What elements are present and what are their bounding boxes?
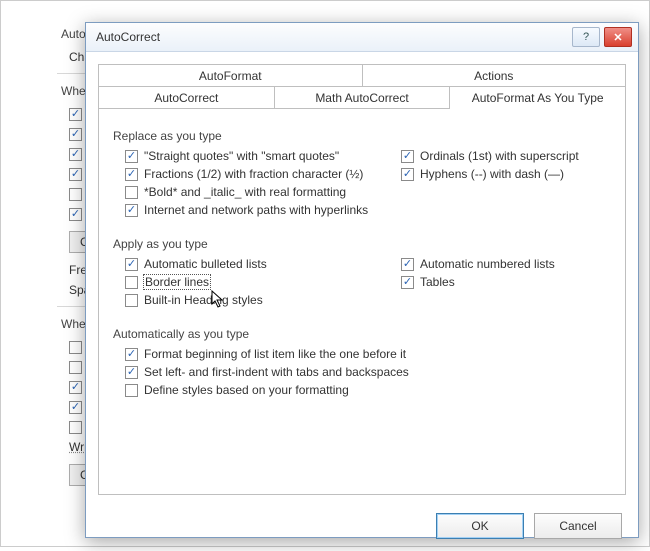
checkbox-icon[interactable] [69,148,82,161]
close-icon: ✕ [613,31,622,44]
opt-straight-quotes[interactable]: "Straight quotes" with "smart quotes" [125,149,401,163]
checkbox-icon[interactable] [125,276,138,289]
checkbox-icon[interactable] [69,108,82,121]
opt-numbered-lists[interactable]: Automatic numbered lists [401,257,611,271]
checkbox-icon[interactable] [69,341,82,354]
checkbox-icon[interactable] [125,348,138,361]
checkbox-icon[interactable] [125,258,138,271]
checkbox-icon[interactable] [401,276,414,289]
section-auto-label: Automatically as you type [113,327,611,341]
opt-tables[interactable]: Tables [401,275,611,289]
help-button[interactable]: ? [572,27,600,47]
close-button[interactable]: ✕ [604,27,632,47]
autocorrect-dialog: AutoCorrect ? ✕ AutoFormat Actions AutoC… [85,22,639,538]
opt-ordinals[interactable]: Ordinals (1st) with superscript [401,149,611,163]
checkbox-icon[interactable] [125,168,138,181]
section-replace-label: Replace as you type [113,129,611,143]
opt-border-lines-label: Border lines [144,275,210,289]
checkbox-icon[interactable] [69,401,82,414]
opt-hyperlinks[interactable]: Internet and network paths with hyperlin… [125,203,401,217]
opt-set-indent[interactable]: Set left- and first-indent with tabs and… [125,363,611,381]
checkbox-icon[interactable] [125,294,138,307]
checkbox-icon[interactable] [125,204,138,217]
panel-autoformat-as-you-type: Replace as you type "Straight quotes" wi… [98,109,626,495]
checkbox-icon[interactable] [69,188,82,201]
checkbox-icon[interactable] [69,381,82,394]
opt-bulleted-lists[interactable]: Automatic bulleted lists [125,257,401,271]
cursor-icon [211,290,225,308]
tab-actions[interactable]: Actions [363,65,626,87]
checkbox-icon[interactable] [69,421,82,434]
cancel-button[interactable]: Cancel [534,513,622,539]
opt-fractions[interactable]: Fractions (1/2) with fraction character … [125,167,401,181]
opt-define-styles[interactable]: Define styles based on your formatting [125,381,611,399]
ok-button[interactable]: OK [436,513,524,539]
dialog-button-row: OK Cancel [86,503,638,551]
tab-autocorrect[interactable]: AutoCorrect [99,87,275,109]
section-apply-label: Apply as you type [113,237,611,251]
tab-math-autocorrect[interactable]: Math AutoCorrect [275,87,451,109]
checkbox-icon[interactable] [125,150,138,163]
checkbox-icon[interactable] [69,208,82,221]
opt-heading-styles[interactable]: Built-in Heading styles [125,293,401,307]
opt-format-list-item[interactable]: Format beginning of list item like the o… [125,345,611,363]
dialog-title: AutoCorrect [96,30,568,44]
opt-border-lines[interactable]: Border lines [125,275,401,289]
checkbox-icon[interactable] [401,150,414,163]
tab-autoformat-as-you-type[interactable]: AutoFormat As You Type [450,87,625,109]
tab-autoformat[interactable]: AutoFormat [99,65,363,87]
checkbox-icon[interactable] [69,361,82,374]
tabs: AutoFormat Actions AutoCorrect Math Auto… [98,64,626,109]
titlebar[interactable]: AutoCorrect ? ✕ [86,23,638,52]
checkbox-icon[interactable] [69,128,82,141]
checkbox-icon[interactable] [125,384,138,397]
checkbox-icon[interactable] [125,186,138,199]
opt-bold-italic[interactable]: *Bold* and _italic_ with real formatting [125,185,401,199]
checkbox-icon[interactable] [401,258,414,271]
opt-hyphens[interactable]: Hyphens (--) with dash (—) [401,167,611,181]
checkbox-icon[interactable] [401,168,414,181]
checkbox-icon[interactable] [69,168,82,181]
checkbox-icon[interactable] [125,366,138,379]
